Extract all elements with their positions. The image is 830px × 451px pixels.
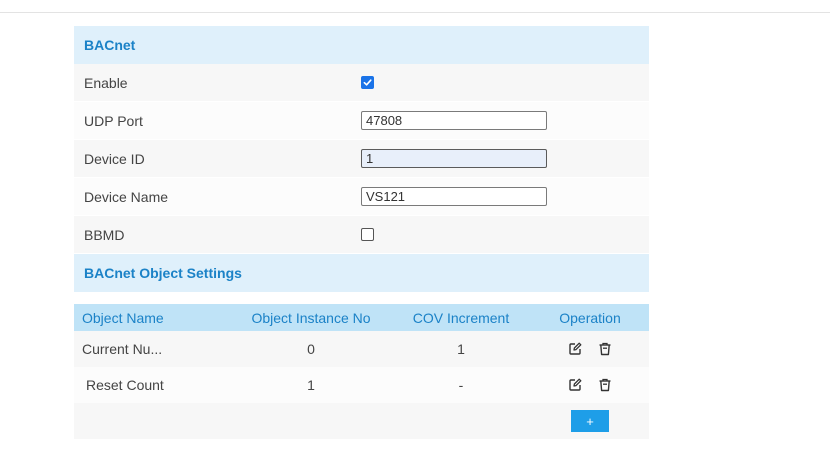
object-name-cell: Reset Count (86, 377, 164, 393)
col-operation: Operation (559, 309, 621, 326)
object-settings-title: BACnet Object Settings (74, 254, 649, 292)
add-row: + (74, 403, 649, 439)
trash-icon[interactable] (597, 377, 613, 393)
edit-icon[interactable] (567, 341, 583, 357)
bbmd-row: BBMD (74, 216, 649, 254)
device-id-input[interactable] (361, 149, 547, 168)
check-icon (363, 79, 372, 86)
object-table-header: Object Name Object Instance No COV Incre… (74, 304, 649, 331)
enable-checkbox[interactable] (361, 76, 374, 89)
device-id-row: Device ID (74, 140, 649, 178)
top-divider (0, 12, 830, 13)
table-row: Current Nu... 0 1 (74, 331, 649, 367)
bacnet-section-title: BACnet (74, 26, 649, 64)
edit-icon[interactable] (567, 377, 583, 393)
device-name-input[interactable] (361, 187, 547, 206)
bbmd-label: BBMD (84, 226, 125, 243)
cov-increment-cell: 1 (457, 341, 465, 357)
enable-row: Enable (74, 64, 649, 102)
operation-cell (531, 377, 649, 393)
device-name-label: Device Name (84, 188, 169, 205)
object-instance-cell: 1 (307, 377, 315, 393)
col-cov-increment: COV Increment (412, 309, 510, 326)
operation-cell (531, 341, 649, 357)
bbmd-checkbox[interactable] (361, 228, 374, 241)
table-row: Reset Count 1 - (74, 367, 649, 403)
col-object-instance: Object Instance No (251, 309, 371, 326)
device-id-label: Device ID (84, 150, 145, 167)
add-object-button[interactable]: + (571, 410, 609, 432)
cov-increment-cell: - (458, 377, 464, 393)
object-name-cell: Current Nu... (82, 341, 163, 357)
col-object-name: Object Name (82, 309, 164, 326)
device-name-row: Device Name (74, 178, 649, 216)
udp-port-label: UDP Port (84, 112, 143, 129)
udp-port-row: UDP Port (74, 102, 649, 140)
object-instance-cell: 0 (307, 341, 315, 357)
udp-port-input[interactable] (361, 111, 547, 130)
trash-icon[interactable] (597, 341, 613, 357)
enable-label: Enable (84, 74, 128, 91)
bacnet-panel: BACnet Enable UDP Port Device ID Device … (74, 26, 649, 439)
